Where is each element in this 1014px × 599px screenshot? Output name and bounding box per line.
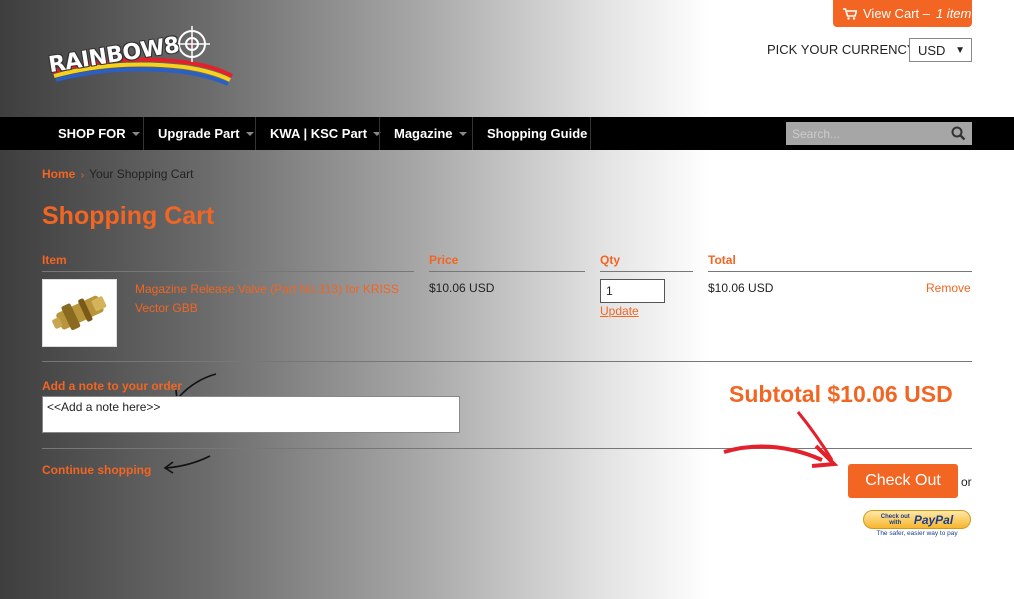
search-icon[interactable] — [951, 126, 966, 141]
nav-item-magazine[interactable]: Magazine — [394, 117, 467, 150]
nav-item-label: KWA | KSC Part — [270, 126, 368, 141]
nav-item-upgrade-part[interactable]: Upgrade Part — [158, 117, 254, 150]
cart-count: 1 item — [935, 6, 972, 21]
column-header-qty: Qty — [600, 253, 621, 267]
currency-value: USD — [918, 42, 946, 58]
order-note-textarea[interactable]: <<Add a note here>> — [42, 396, 460, 433]
cart-icon — [843, 7, 857, 20]
nav-divider — [255, 117, 256, 150]
store-logo[interactable]: RAINBOW8 — [44, 26, 234, 86]
currency-label: PICK YOUR CURRENCY — [767, 42, 916, 57]
nav-item-kwa-ksc-part[interactable]: KWA | KSC Part — [270, 117, 382, 150]
valve-part-icon — [52, 295, 107, 331]
product-name-link[interactable]: Magazine Release Valve (Part No.313) for… — [135, 280, 410, 318]
nav-item-label: Shopping Guide — [487, 126, 588, 141]
breadcrumb-home-link[interactable]: Home — [42, 167, 75, 181]
paypal-checkout-text: Check out with — [881, 514, 910, 526]
nav-divider — [472, 117, 473, 150]
page-title: Shopping Cart — [42, 202, 215, 230]
subtotal-text: Subtotal $10.06 USD — [729, 381, 953, 407]
paypal-tagline: The safer, easier way to pay — [876, 530, 958, 537]
header-underline — [600, 271, 693, 272]
view-cart-label: View Cart – — [863, 6, 930, 21]
column-header-price: Price — [429, 253, 459, 267]
checkout-button[interactable]: Check Out — [848, 464, 958, 498]
search-input[interactable]: Search... — [786, 122, 972, 145]
nav-divider — [143, 117, 144, 150]
hand-drawn-arrow-icon — [163, 455, 211, 474]
paypal-line2: with — [889, 519, 902, 526]
header-underline — [708, 271, 972, 272]
nav-item-label: SHOP FOR — [58, 126, 126, 141]
update-link[interactable]: Update — [600, 304, 639, 318]
paypal-brand: PayPal — [913, 512, 954, 527]
note-label: Add a note to your order — [42, 379, 183, 393]
red-arrow-icon — [723, 411, 839, 468]
nav-item-label: Upgrade Part — [158, 126, 240, 141]
or-label: or — [961, 475, 972, 489]
column-header-total: Total — [708, 253, 736, 267]
continue-shopping-link[interactable]: Continue shopping — [42, 463, 151, 477]
nav-divider — [590, 117, 591, 150]
column-header-item: Item — [42, 253, 67, 267]
nav-divider — [379, 117, 380, 150]
row-divider — [42, 361, 972, 362]
line-total: $10.06 USD — [708, 281, 774, 295]
dropdown-arrow-icon: ▼ — [955, 44, 965, 56]
paypal-badge: Check out with PayPal — [863, 510, 971, 529]
product-thumbnail[interactable] — [42, 279, 117, 347]
line-price: $10.06 USD — [429, 281, 495, 295]
breadcrumb: Home › Your Shopping Cart — [42, 167, 193, 181]
caret-down-icon — [458, 131, 467, 136]
breadcrumb-separator: › — [80, 170, 85, 181]
header-underline — [42, 271, 414, 272]
remove-link[interactable]: Remove — [926, 281, 971, 295]
view-cart-button[interactable]: View Cart – 1 item — [833, 0, 972, 27]
breadcrumb-current: Your Shopping Cart — [89, 167, 194, 181]
caret-down-icon — [131, 131, 140, 136]
caret-down-icon — [245, 131, 254, 136]
paypal-checkout-button[interactable]: Check out with PayPal The safer, easier … — [863, 510, 971, 540]
currency-select[interactable]: USD ▼ — [909, 38, 972, 62]
nav-item-shopping-guide[interactable]: Shopping Guide — [487, 117, 587, 150]
header-underline — [429, 271, 585, 272]
quantity-input[interactable]: 1 — [600, 279, 665, 303]
search-placeholder: Search... — [792, 126, 841, 141]
nav-item-shop-for[interactable]: SHOP FOR — [58, 117, 140, 150]
nav-item-label: Magazine — [394, 126, 453, 141]
